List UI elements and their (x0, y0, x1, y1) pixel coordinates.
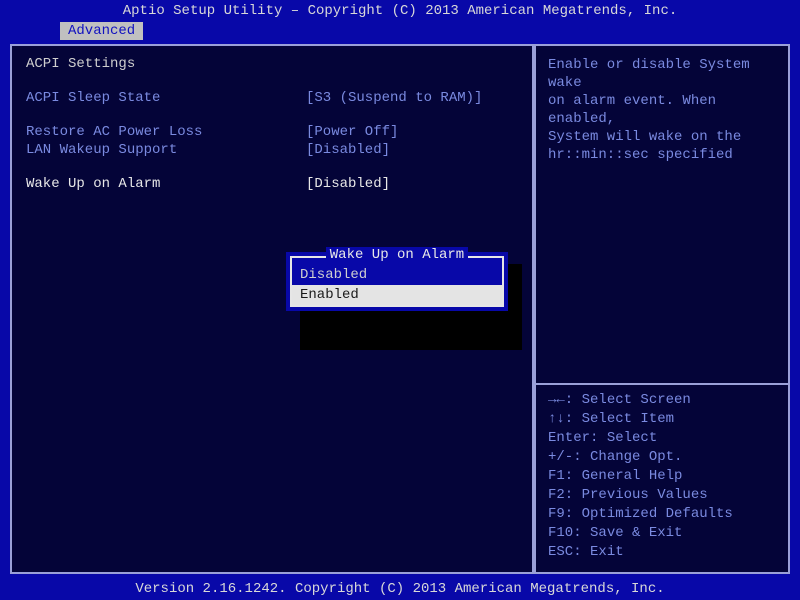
option-popup: Wake Up on Alarm Disabled Enabled (286, 252, 508, 311)
key-select-screen: →←: Select Screen (548, 391, 776, 410)
footer-bar: Version 2.16.1242. Copyright (C) 2013 Am… (0, 578, 800, 600)
key-legend: →←: Select Screen ↑↓: Select Item Enter:… (548, 391, 776, 562)
help-text: Enable or disable System wake on alarm e… (548, 56, 776, 164)
popup-option-enabled[interactable]: Enabled (292, 285, 502, 305)
help-line: System will wake on the (548, 128, 776, 146)
setting-restore-ac-power-loss[interactable]: Restore AC Power Loss [Power Off] (26, 124, 518, 140)
key-f2: F2: Previous Values (548, 486, 776, 505)
setting-label: Restore AC Power Loss (26, 124, 306, 140)
key-esc: ESC: Exit (548, 543, 776, 562)
popup-option-disabled[interactable]: Disabled (292, 265, 502, 285)
setting-label: LAN Wakeup Support (26, 142, 306, 158)
setting-value: [Disabled] (306, 176, 390, 192)
tab-advanced[interactable]: Advanced (60, 22, 143, 40)
help-line: hr::min::sec specified (548, 146, 776, 164)
help-panel: Enable or disable System wake on alarm e… (534, 44, 790, 574)
menu-tab-bar: Advanced (0, 22, 800, 42)
section-title: ACPI Settings (26, 56, 518, 72)
key-select-item: ↑↓: Select Item (548, 410, 776, 429)
divider (536, 383, 788, 385)
key-change-opt: +/-: Change Opt. (548, 448, 776, 467)
title-bar: Aptio Setup Utility – Copyright (C) 2013… (0, 0, 800, 22)
help-line: on alarm event. When enabled, (548, 92, 776, 128)
setting-value: [S3 (Suspend to RAM)] (306, 90, 482, 106)
key-f10: F10: Save & Exit (548, 524, 776, 543)
setting-label: ACPI Sleep State (26, 90, 306, 106)
key-enter: Enter: Select (548, 429, 776, 448)
setting-acpi-sleep-state[interactable]: ACPI Sleep State [S3 (Suspend to RAM)] (26, 90, 518, 106)
setting-lan-wakeup-support[interactable]: LAN Wakeup Support [Disabled] (26, 142, 518, 158)
key-f1: F1: General Help (548, 467, 776, 486)
setting-value: [Disabled] (306, 142, 390, 158)
setting-label: Wake Up on Alarm (26, 176, 306, 192)
key-f9: F9: Optimized Defaults (548, 505, 776, 524)
setting-value: [Power Off] (306, 124, 398, 140)
popup-title: Wake Up on Alarm (292, 247, 502, 263)
setting-wake-up-on-alarm[interactable]: Wake Up on Alarm [Disabled] (26, 176, 518, 192)
help-line: Enable or disable System wake (548, 56, 776, 92)
